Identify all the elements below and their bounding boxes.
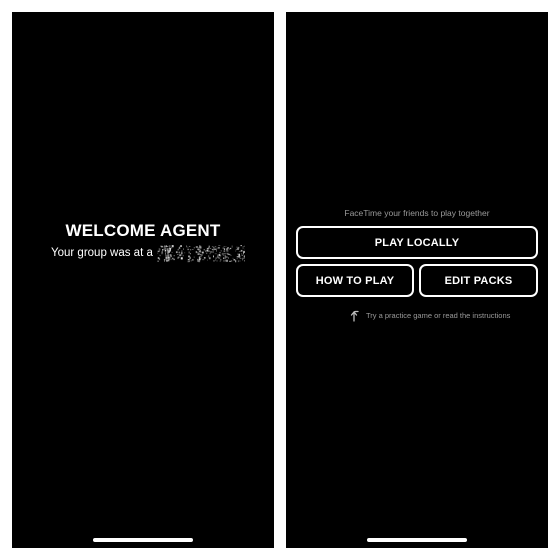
how-to-play-button[interactable]: HOW TO PLAY bbox=[296, 264, 414, 297]
curved-up-arrow-icon bbox=[350, 309, 360, 322]
group-location-text: Your group was at a bbox=[51, 247, 153, 259]
home-indicator[interactable] bbox=[93, 538, 193, 542]
welcome-screen: WELCOME AGENT Your group was at a bbox=[12, 12, 274, 548]
welcome-title: WELCOME AGENT bbox=[65, 221, 221, 240]
facetime-prompt: FaceTime your friends to play together bbox=[344, 208, 490, 218]
edit-packs-button[interactable]: EDIT PACKS bbox=[419, 264, 538, 297]
play-locally-button[interactable]: PLAY LOCALLY bbox=[296, 226, 538, 259]
practice-hint-text: Try a practice game or read the instruct… bbox=[366, 310, 511, 320]
group-location-line: Your group was at a bbox=[51, 242, 247, 264]
practice-hint: Try a practice game or read the instruct… bbox=[350, 308, 510, 322]
scrambled-text-icon bbox=[156, 242, 247, 264]
menu-screen: FaceTime your friends to play together P… bbox=[286, 12, 548, 548]
home-indicator[interactable] bbox=[367, 538, 467, 542]
